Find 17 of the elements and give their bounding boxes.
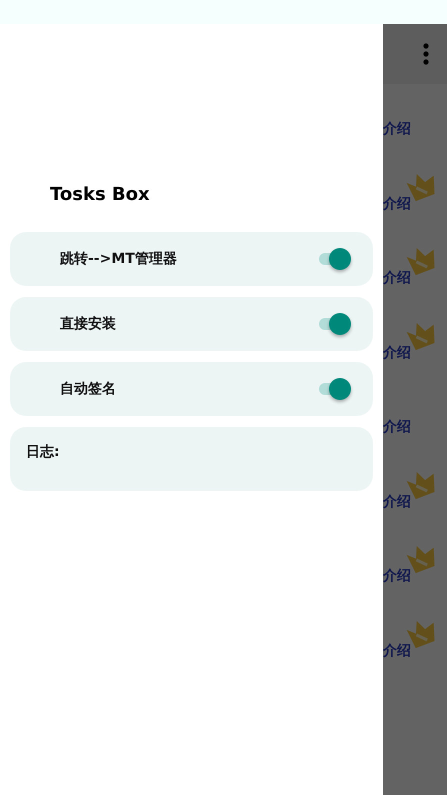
toggle-switch[interactable] bbox=[319, 377, 351, 401]
intro-link[interactable]: 介绍 bbox=[383, 418, 411, 436]
setting-label: 跳转-->MT管理器 bbox=[60, 250, 177, 268]
toggle-switch[interactable] bbox=[319, 247, 351, 271]
intro-link[interactable]: 介绍 bbox=[383, 567, 411, 585]
intro-link[interactable]: 介绍 bbox=[383, 194, 411, 212]
log-label: 日志: bbox=[26, 444, 60, 460]
intro-link[interactable]: 介绍 bbox=[383, 269, 411, 287]
intro-link[interactable]: 介绍 bbox=[383, 642, 411, 660]
setting-label: 直接安装 bbox=[60, 315, 116, 333]
toggle-switch[interactable] bbox=[319, 312, 351, 336]
intro-link[interactable]: 介绍 bbox=[383, 120, 411, 138]
intro-link[interactable]: 介绍 bbox=[383, 492, 411, 510]
more-options-icon[interactable] bbox=[423, 43, 429, 65]
drawer-title: Tosks Box bbox=[50, 184, 151, 207]
intro-link[interactable]: 介绍 bbox=[383, 344, 411, 362]
setting-label: 自动签名 bbox=[60, 380, 116, 398]
